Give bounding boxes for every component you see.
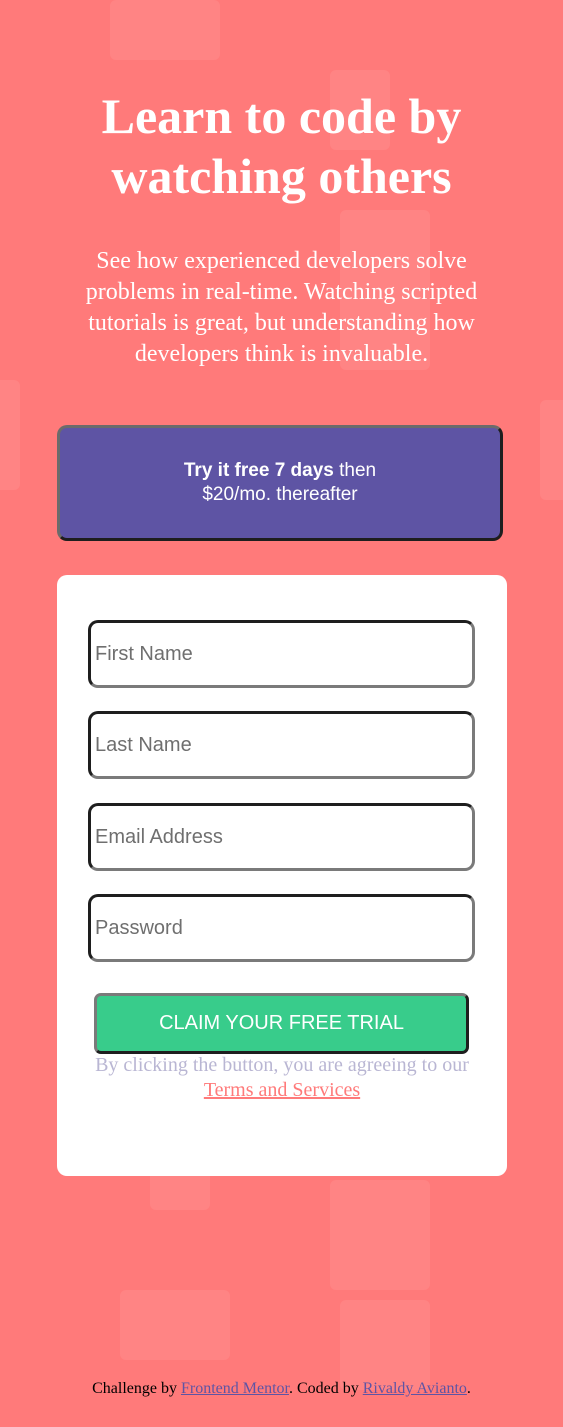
hero-description: See how experienced developers solve pro… xyxy=(85,248,478,367)
frontend-mentor-link[interactable]: Frontend Mentor xyxy=(181,1380,289,1397)
background-pattern-shape xyxy=(120,1290,230,1360)
last-name-input[interactable] xyxy=(88,711,475,779)
coded-by-text: . Coded by xyxy=(288,1380,363,1397)
email-input[interactable] xyxy=(88,803,475,871)
password-input[interactable] xyxy=(88,894,475,962)
terms-notice: By clicking the button, you are agreeing… xyxy=(87,1053,477,1103)
background-pattern-shape xyxy=(340,1300,430,1390)
author-link[interactable]: Rivaldy Avianto xyxy=(363,1380,467,1397)
promo-bold-text: Try it free 7 days xyxy=(183,460,334,481)
background-pattern-shape xyxy=(0,380,20,490)
background-pattern-shape xyxy=(540,400,563,500)
background-pattern-shape xyxy=(330,1180,430,1290)
page-title: Learn to code by watching others xyxy=(101,88,462,204)
background-pattern-shape xyxy=(150,1170,210,1210)
signup-form-card: CLAIM YOUR FREE TRIAL By clicking the bu… xyxy=(57,575,507,1176)
claim-free-trial-button[interactable]: CLAIM YOUR FREE TRIAL xyxy=(94,993,469,1054)
terms-link[interactable]: Terms and Services xyxy=(204,1079,360,1101)
terms-text: By clicking the button, you are agreeing… xyxy=(95,1054,469,1076)
challenge-text: Challenge by xyxy=(92,1380,181,1397)
first-name-input[interactable] xyxy=(88,620,475,688)
footer-period: . xyxy=(466,1380,471,1397)
hero-section: Learn to code by watching others See how… xyxy=(0,86,563,370)
promo-text: Try it free 7 days then $20/mo. thereaft… xyxy=(160,459,400,507)
promo-banner: Try it free 7 days then $20/mo. thereaft… xyxy=(57,425,503,541)
attribution-footer: Challenge by Frontend Mentor. Coded by R… xyxy=(0,1380,563,1398)
background-pattern-shape xyxy=(110,0,220,60)
